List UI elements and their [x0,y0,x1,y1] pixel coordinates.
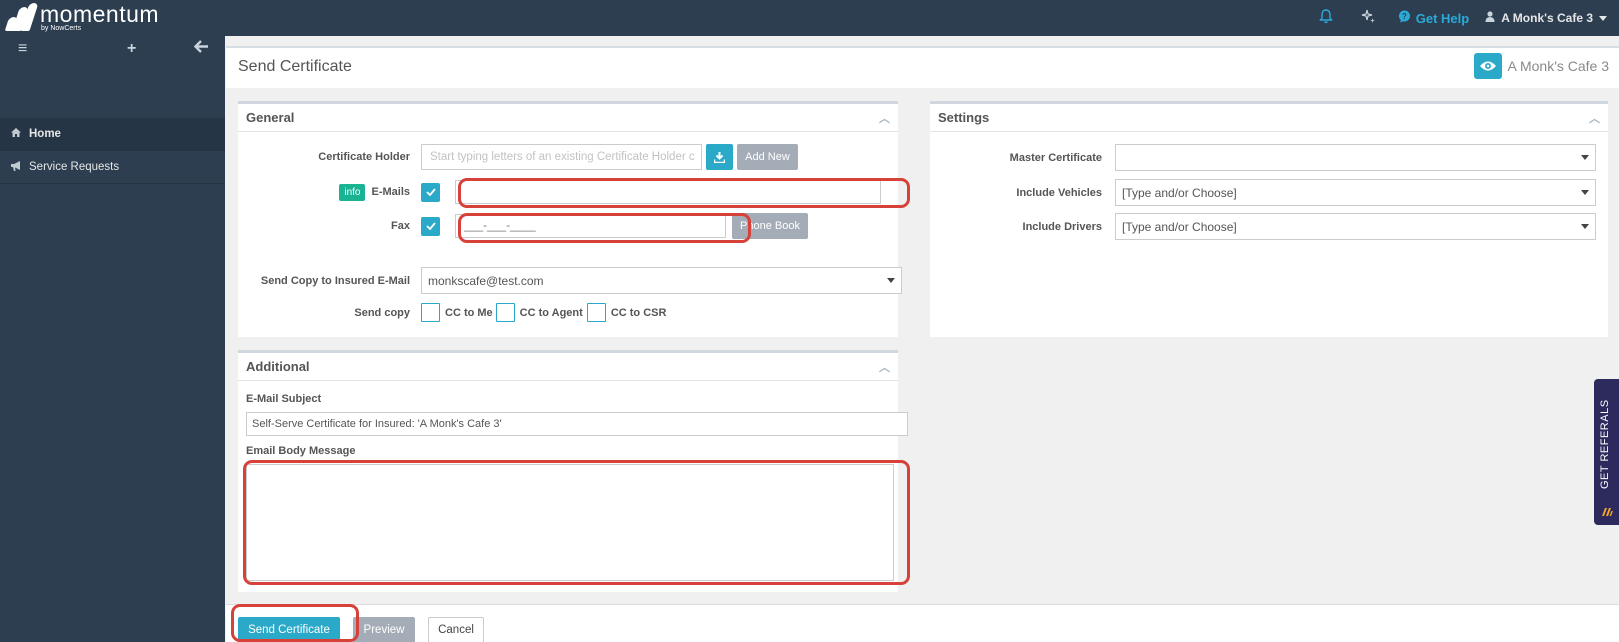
cc-to-me-label: CC to Me [445,306,493,319]
main-content: Send Certificate A Monk's Cafe 3 General… [225,36,1619,642]
download-icon [714,151,725,163]
sidebar-item-label: Service Requests [29,161,120,173]
email-subject-input[interactable]: Self-Serve Certificate for Insured: 'A M… [246,412,908,436]
emails-input[interactable] [455,180,881,204]
additional-panel: Additional ︿ E-Mail Subject Self-Serve C… [238,350,908,592]
include-vehicles-select[interactable]: [Type and/or Choose] [1115,179,1596,206]
emails-label: E-Mails [371,186,410,198]
menu-icon[interactable]: ≡ [18,40,27,58]
additional-panel-title: Additional [246,359,310,374]
get-help-label: Get Help [1415,10,1470,26]
get-referrals-tab[interactable]: GET REFERALS [1594,379,1619,525]
page-title: Send Certificate [238,58,352,75]
cc-to-agent-checkbox[interactable] [495,303,515,322]
fax-input[interactable]: ___-___-____ [455,214,726,238]
send-copy-label: Send copy [354,306,410,319]
preview-button[interactable]: Preview [353,617,415,642]
send-certificate-button[interactable]: Send Certificate [238,617,340,642]
plus-icon[interactable]: + [127,40,136,58]
add-new-button[interactable]: Add New [737,144,798,170]
general-panel: General ︿ Certificate Holder Start typin… [238,101,902,337]
cc-to-agent-label: CC to Agent [519,306,583,319]
certificate-holder-input[interactable]: Start typing letters of an existing Cert… [421,144,702,170]
check-icon [425,188,436,196]
megaphone-icon [11,160,29,174]
info-badge[interactable]: info [339,183,366,201]
arrow-left-icon[interactable] [193,40,209,58]
svg-text:?: ? [1402,12,1407,21]
cc-to-me-checkbox[interactable] [421,303,440,322]
chevron-down-icon [1581,155,1589,160]
cc-to-csr-label: CC to CSR [610,306,667,319]
settings-panel-title: Settings [938,110,990,125]
phone-book-button[interactable]: Phone Book [732,213,808,239]
fax-checkbox[interactable] [421,216,440,236]
send-copy-insured-label: Send Copy to Insured E-Mail [260,274,410,287]
home-icon [11,128,29,140]
include-vehicles-value: [Type and/or Choose] [1122,185,1237,200]
user-menu-label: A Monk's Cafe 3 [1501,11,1593,25]
momentum-logo[interactable]: momentum by NowCerts [4,3,159,33]
include-vehicles-label: Include Vehicles [1016,186,1102,199]
chevron-up-icon[interactable]: ︿ [1589,110,1600,126]
email-body-textarea[interactable] [246,464,894,581]
include-drivers-select[interactable]: [Type and/or Choose] [1115,213,1596,240]
general-panel-title: General [246,110,295,125]
send-copy-insured-select[interactable]: monkscafe@test.com [421,267,902,294]
form-footer: Send Certificate Preview Cancel [226,604,1619,642]
include-drivers-value: [Type and/or Choose] [1122,219,1237,234]
cancel-button[interactable]: Cancel [428,617,484,642]
master-certificate-label: Master Certificate [1009,151,1102,164]
bell-icon[interactable] [1318,9,1333,27]
download-button[interactable] [706,144,733,170]
chevron-up-icon[interactable]: ︿ [879,110,890,126]
email-body-label: Email Body Message [246,445,356,457]
sidebar-item-label: Home [29,128,61,140]
momentum-logo-mark [4,3,39,31]
user-menu[interactable]: A Monk's Cafe 3 [1485,11,1607,25]
get-help-link[interactable]: ? Get Help [1398,10,1469,26]
sidebar-item-service-requests[interactable]: Service Requests [0,151,225,184]
master-certificate-select[interactable] [1115,144,1596,171]
top-bar: momentum by NowCerts ? Get Help A Monk's… [0,0,1619,36]
include-drivers-label: Include Drivers [1022,220,1102,233]
chevron-down-icon [1581,190,1589,195]
client-name: A Monk's Cafe 3 [1507,58,1610,74]
sidebar: ≡ + Home Service Requests [0,36,225,642]
settings-panel: Settings ︿ Master Certificate Include Ve… [930,101,1608,337]
sidebar-item-home[interactable]: Home [0,118,225,151]
view-client-button[interactable] [1473,53,1502,79]
sparkle-icon[interactable] [1361,9,1376,27]
chevron-down-icon [1599,15,1607,21]
certificate-holder-label: Certificate Holder [318,151,410,163]
eye-icon [1479,61,1496,71]
user-icon [1485,11,1495,25]
check-icon [425,222,436,230]
cc-to-csr-checkbox[interactable] [586,303,606,322]
help-chat-icon: ? [1398,10,1411,26]
send-copy-insured-value: monkscafe@test.com [428,273,544,288]
referral-logo-icon [1602,508,1613,516]
page-header: Send Certificate A Monk's Cafe 3 [226,46,1619,88]
email-subject-label: E-Mail Subject [246,393,322,405]
chevron-down-icon [887,278,895,283]
chevron-up-icon[interactable]: ︿ [879,359,890,375]
chevron-down-icon [1581,224,1589,229]
emails-checkbox[interactable] [421,182,440,202]
brand-name: momentum [40,1,160,27]
fax-label: Fax [391,220,410,232]
get-referrals-label: GET REFERALS [1599,399,1611,489]
